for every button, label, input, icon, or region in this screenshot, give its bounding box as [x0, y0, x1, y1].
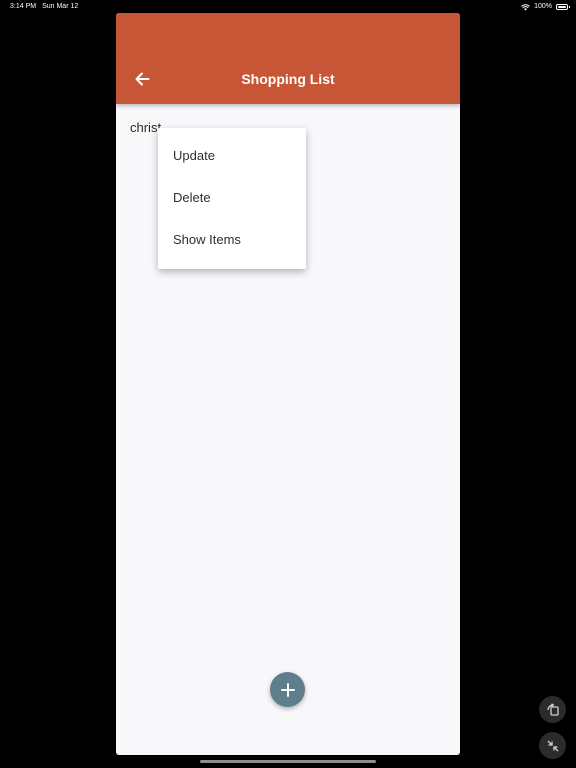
status-left: 3:14 PM Sun Mar 12 [10, 0, 78, 14]
menu-item-delete[interactable]: Delete [158, 177, 306, 219]
rotate-screen-button[interactable] [539, 696, 566, 723]
wifi-icon [521, 3, 530, 10]
status-date: Sun Mar 12 [42, 3, 79, 10]
page-title: Shopping List [241, 71, 335, 87]
status-right: 100% [521, 0, 570, 14]
shrink-window-icon [547, 740, 558, 751]
status-bar: 3:14 PM Sun Mar 12 100% [0, 0, 576, 14]
menu-item-update[interactable]: Update [158, 135, 306, 177]
context-menu: Update Delete Show Items [158, 128, 306, 269]
battery-icon [556, 4, 570, 10]
plus-icon [280, 682, 295, 697]
home-indicator[interactable] [200, 760, 376, 763]
menu-item-show-items[interactable]: Show Items [158, 219, 306, 261]
status-time: 3:14 PM [10, 3, 37, 10]
device-screen: 3:14 PM Sun Mar 12 100% Shopping List ch… [0, 0, 576, 768]
shrink-window-button[interactable] [539, 732, 566, 759]
battery-percent: 100% [534, 3, 552, 10]
rotate-screen-icon [546, 702, 559, 716]
app-window: Shopping List christ Update Delete Show … [116, 13, 460, 755]
app-bar: Shopping List [116, 13, 460, 104]
list-item[interactable]: christ [130, 119, 161, 137]
add-button[interactable] [270, 672, 305, 707]
